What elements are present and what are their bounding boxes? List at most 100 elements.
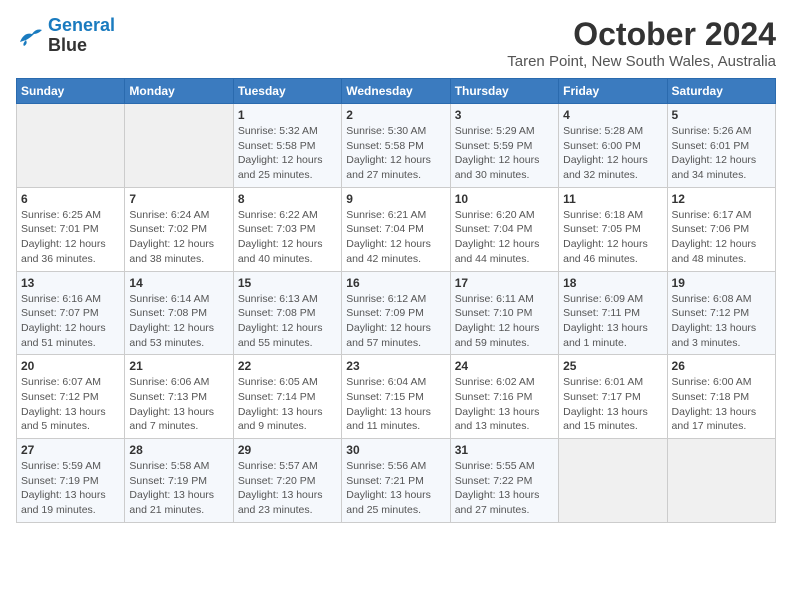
calendar-cell: 29Sunrise: 5:57 AM Sunset: 7:20 PM Dayli…: [233, 439, 341, 523]
calendar-cell: 11 Sunrise: 6:18 AM Sunset: 7:05 PM Dayli…: [559, 187, 667, 271]
day-number: 26: [672, 359, 771, 373]
day-number: 22: [238, 359, 337, 373]
day-info: Sunrise: 5:30 AM Sunset: 5:58 PM Dayligh…: [346, 124, 445, 183]
header-cell-thursday: Thursday: [450, 79, 558, 104]
header-cell-saturday: Saturday: [667, 79, 775, 104]
calendar-cell: 8 Sunrise: 6:22 AM Sunset: 7:03 PM Daylig…: [233, 187, 341, 271]
calendar-week-5: 27Sunrise: 5:59 AM Sunset: 7:19 PM Dayli…: [17, 439, 776, 523]
calendar-cell: 15 Sunrise: 6:13 AM Sunset: 7:08 PM Dayli…: [233, 271, 341, 355]
day-info: Sunrise: 6:25 AM Sunset: 7:01 PM Dayligh…: [21, 208, 120, 267]
logo: GeneralBlue: [16, 16, 115, 56]
day-info: Sunrise: 6:13 AM Sunset: 7:08 PM Dayligh…: [238, 292, 337, 351]
calendar-cell: 19Sunrise: 6:08 AM Sunset: 7:12 PM Dayli…: [667, 271, 775, 355]
calendar-cell: 7Sunrise: 6:24 AM Sunset: 7:02 PM Daylig…: [125, 187, 233, 271]
day-info: Sunrise: 6:22 AM Sunset: 7:03 PM Dayligh…: [238, 208, 337, 267]
day-number: 16: [346, 276, 445, 290]
day-info: Sunrise: 6:24 AM Sunset: 7:02 PM Dayligh…: [129, 208, 228, 267]
calendar-cell: [125, 104, 233, 188]
header-row: SundayMondayTuesdayWednesdayThursdayFrid…: [17, 79, 776, 104]
calendar-week-3: 13 Sunrise: 6:16 AM Sunset: 7:07 PM Dayli…: [17, 271, 776, 355]
day-number: 24: [455, 359, 554, 373]
day-info: Sunrise: 6:11 AM Sunset: 7:10 PM Dayligh…: [455, 292, 554, 351]
day-info: Sunrise: 5:26 AM Sunset: 6:01 PM Dayligh…: [672, 124, 771, 183]
day-number: 15: [238, 276, 337, 290]
logo-text: GeneralBlue: [48, 16, 115, 56]
calendar-cell: [667, 439, 775, 523]
page-subtitle: Taren Point, New South Wales, Australia: [507, 53, 776, 70]
day-number: 2: [346, 108, 445, 122]
day-number: 4: [563, 108, 662, 122]
calendar-cell: 10Sunrise: 6:20 AM Sunset: 7:04 PM Dayli…: [450, 187, 558, 271]
calendar-week-2: 6 Sunrise: 6:25 AM Sunset: 7:01 PM Daylig…: [17, 187, 776, 271]
day-number: 30: [346, 443, 445, 457]
calendar-cell: 18Sunrise: 6:09 AM Sunset: 7:11 PM Dayli…: [559, 271, 667, 355]
day-number: 12: [672, 192, 771, 206]
day-number: 31: [455, 443, 554, 457]
day-info: Sunrise: 6:08 AM Sunset: 7:12 PM Dayligh…: [672, 292, 771, 351]
calendar-cell: 28 Sunrise: 5:58 AM Sunset: 7:19 PM Dayli…: [125, 439, 233, 523]
day-number: 28: [129, 443, 228, 457]
day-number: 11: [563, 192, 662, 206]
calendar-cell: 9Sunrise: 6:21 AM Sunset: 7:04 PM Daylig…: [342, 187, 450, 271]
day-info: Sunrise: 6:21 AM Sunset: 7:04 PM Dayligh…: [346, 208, 445, 267]
day-info: Sunrise: 5:28 AM Sunset: 6:00 PM Dayligh…: [563, 124, 662, 183]
day-info: Sunrise: 6:05 AM Sunset: 7:14 PM Dayligh…: [238, 375, 337, 434]
day-info: Sunrise: 6:18 AM Sunset: 7:05 PM Dayligh…: [563, 208, 662, 267]
calendar-cell: 3 Sunrise: 5:29 AM Sunset: 5:59 PM Daylig…: [450, 104, 558, 188]
calendar-cell: 31 Sunrise: 5:55 AM Sunset: 7:22 PM Dayli…: [450, 439, 558, 523]
day-info: Sunrise: 6:06 AM Sunset: 7:13 PM Dayligh…: [129, 375, 228, 434]
day-info: Sunrise: 6:09 AM Sunset: 7:11 PM Dayligh…: [563, 292, 662, 351]
calendar-cell: [17, 104, 125, 188]
day-info: Sunrise: 6:00 AM Sunset: 7:18 PM Dayligh…: [672, 375, 771, 434]
day-info: Sunrise: 5:58 AM Sunset: 7:19 PM Dayligh…: [129, 459, 228, 518]
calendar-cell: 2 Sunrise: 5:30 AM Sunset: 5:58 PM Daylig…: [342, 104, 450, 188]
header-cell-wednesday: Wednesday: [342, 79, 450, 104]
calendar-cell: 23Sunrise: 6:04 AM Sunset: 7:15 PM Dayli…: [342, 355, 450, 439]
calendar-cell: 4 Sunrise: 5:28 AM Sunset: 6:00 PM Daylig…: [559, 104, 667, 188]
day-number: 13: [21, 276, 120, 290]
calendar-cell: [559, 439, 667, 523]
calendar-cell: 14Sunrise: 6:14 AM Sunset: 7:08 PM Dayli…: [125, 271, 233, 355]
header-cell-friday: Friday: [559, 79, 667, 104]
day-number: 17: [455, 276, 554, 290]
calendar-cell: 12 Sunrise: 6:17 AM Sunset: 7:06 PM Dayli…: [667, 187, 775, 271]
day-info: Sunrise: 5:56 AM Sunset: 7:21 PM Dayligh…: [346, 459, 445, 518]
calendar-cell: 16Sunrise: 6:12 AM Sunset: 7:09 PM Dayli…: [342, 271, 450, 355]
day-info: Sunrise: 5:57 AM Sunset: 7:20 PM Dayligh…: [238, 459, 337, 518]
calendar-cell: 27Sunrise: 5:59 AM Sunset: 7:19 PM Dayli…: [17, 439, 125, 523]
calendar-body: 1 Sunrise: 5:32 AM Sunset: 5:58 PM Daylig…: [17, 104, 776, 523]
calendar-cell: 6 Sunrise: 6:25 AM Sunset: 7:01 PM Daylig…: [17, 187, 125, 271]
calendar-cell: 26 Sunrise: 6:00 AM Sunset: 7:18 PM Dayli…: [667, 355, 775, 439]
header-cell-sunday: Sunday: [17, 79, 125, 104]
calendar-cell: 1 Sunrise: 5:32 AM Sunset: 5:58 PM Daylig…: [233, 104, 341, 188]
day-info: Sunrise: 5:55 AM Sunset: 7:22 PM Dayligh…: [455, 459, 554, 518]
day-number: 1: [238, 108, 337, 122]
day-info: Sunrise: 6:16 AM Sunset: 7:07 PM Dayligh…: [21, 292, 120, 351]
day-number: 14: [129, 276, 228, 290]
day-info: Sunrise: 6:02 AM Sunset: 7:16 PM Dayligh…: [455, 375, 554, 434]
calendar-week-4: 20 Sunrise: 6:07 AM Sunset: 7:12 PM Dayli…: [17, 355, 776, 439]
day-info: Sunrise: 6:07 AM Sunset: 7:12 PM Dayligh…: [21, 375, 120, 434]
page-header: GeneralBlue October 2024 Taren Point, Ne…: [16, 16, 776, 70]
calendar-cell: 25Sunrise: 6:01 AM Sunset: 7:17 PM Dayli…: [559, 355, 667, 439]
calendar-table: SundayMondayTuesdayWednesdayThursdayFrid…: [16, 78, 776, 523]
day-number: 21: [129, 359, 228, 373]
day-info: Sunrise: 5:29 AM Sunset: 5:59 PM Dayligh…: [455, 124, 554, 183]
day-number: 3: [455, 108, 554, 122]
day-number: 6: [21, 192, 120, 206]
day-number: 8: [238, 192, 337, 206]
calendar-header: SundayMondayTuesdayWednesdayThursdayFrid…: [17, 79, 776, 104]
day-info: Sunrise: 6:17 AM Sunset: 7:06 PM Dayligh…: [672, 208, 771, 267]
day-number: 23: [346, 359, 445, 373]
calendar-week-1: 1 Sunrise: 5:32 AM Sunset: 5:58 PM Daylig…: [17, 104, 776, 188]
day-number: 10: [455, 192, 554, 206]
logo-icon: [16, 24, 44, 48]
day-info: Sunrise: 5:32 AM Sunset: 5:58 PM Dayligh…: [238, 124, 337, 183]
title-section: October 2024 Taren Point, New South Wale…: [507, 16, 776, 70]
calendar-cell: 17 Sunrise: 6:11 AM Sunset: 7:10 PM Dayli…: [450, 271, 558, 355]
calendar-cell: 13 Sunrise: 6:16 AM Sunset: 7:07 PM Dayli…: [17, 271, 125, 355]
day-number: 20: [21, 359, 120, 373]
day-info: Sunrise: 6:01 AM Sunset: 7:17 PM Dayligh…: [563, 375, 662, 434]
calendar-cell: 5Sunrise: 5:26 AM Sunset: 6:01 PM Daylig…: [667, 104, 775, 188]
header-cell-monday: Monday: [125, 79, 233, 104]
